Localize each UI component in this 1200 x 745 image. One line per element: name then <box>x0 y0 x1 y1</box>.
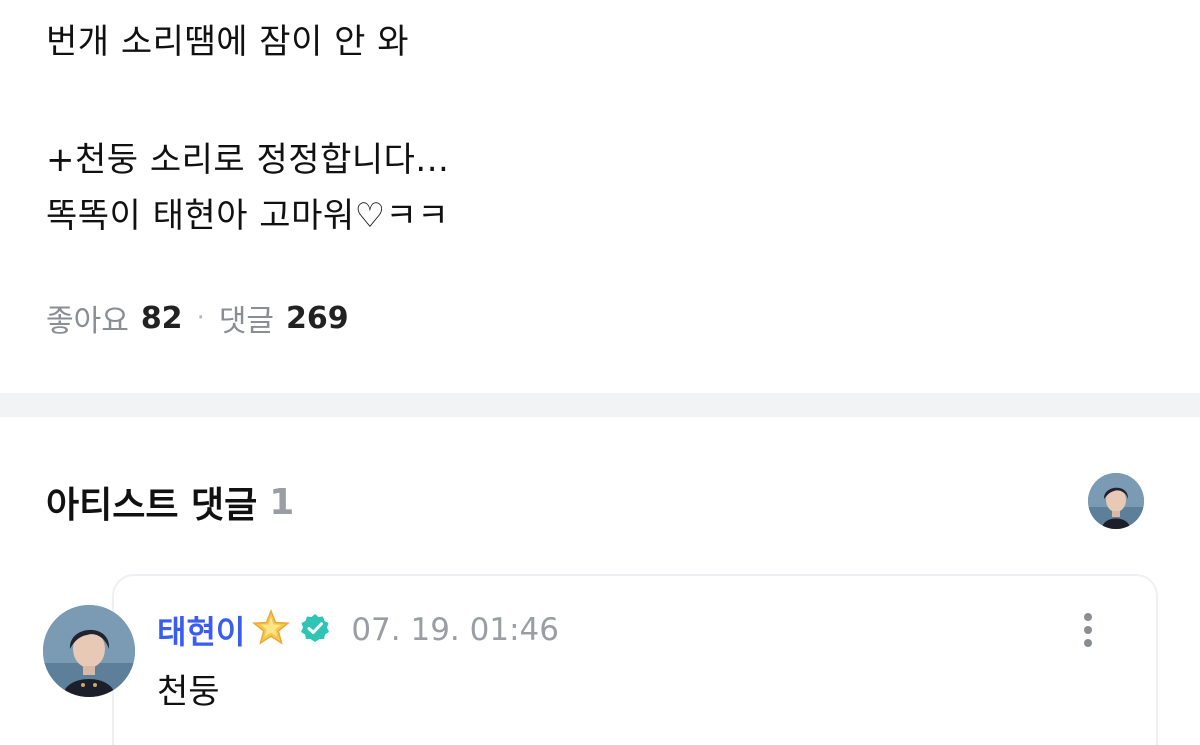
comment-author-name[interactable]: 태현이 <box>157 607 245 653</box>
artist-comments-count: 1 <box>269 481 295 523</box>
post-text-line: 번개 소리땜에 잠이 안 와 <box>46 22 410 62</box>
artist-avatar-small[interactable] <box>1088 473 1144 529</box>
avatar-image <box>1088 473 1144 529</box>
post-body: 번개 소리땜에 잠이 안 와 +천둥 소리로 정정합니다... 똑똑이 태현아 … <box>46 14 1146 244</box>
star-badge-icon <box>251 608 291 652</box>
comments-label[interactable]: 댓글 <box>219 296 274 340</box>
post-page: 번개 소리땜에 잠이 안 와 +천둥 소리로 정정합니다... 똑똑이 태현아 … <box>0 0 1200 745</box>
comment-author-avatar[interactable] <box>43 605 135 697</box>
post-stats: 좋아요 82 · 댓글 269 <box>46 296 349 340</box>
artist-comments-header: 아티스트 댓글 1 <box>46 474 294 530</box>
section-divider <box>0 393 1200 417</box>
comment-timestamp: 07. 19. 01:46 <box>351 612 559 648</box>
artist-comment-card <box>112 574 1158 745</box>
post-text-line: +천둥 소리로 정정합니다... <box>46 140 450 180</box>
more-options-icon[interactable] <box>1076 610 1100 650</box>
verified-badge-icon <box>299 612 331 648</box>
avatar-image <box>43 605 135 697</box>
comments-count[interactable]: 269 <box>286 301 349 336</box>
likes-label[interactable]: 좋아요 <box>46 296 129 340</box>
stats-separator: · <box>196 303 205 333</box>
artist-comments-title: 아티스트 댓글 <box>46 485 258 526</box>
comment-text: 천둥 <box>157 672 220 712</box>
likes-count[interactable]: 82 <box>141 301 183 336</box>
post-text-line: 똑똑이 태현아 고마워♡ㅋㅋ <box>46 196 450 236</box>
comment-meta: 태현이 07. 19. 01:46 <box>157 606 559 654</box>
